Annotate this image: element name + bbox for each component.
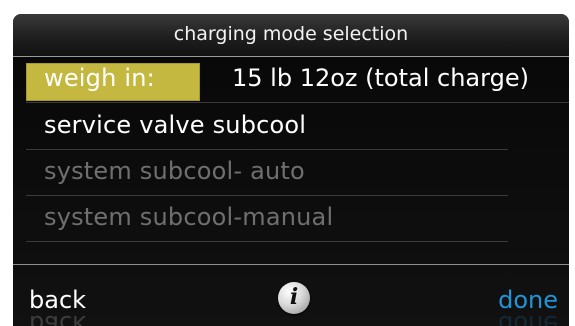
- option-system-subcool-auto-label: system subcool- auto: [44, 157, 305, 185]
- option-service-valve-subcool[interactable]: service valve subcool: [26, 103, 508, 150]
- weigh-in-value[interactable]: 15 lb 12oz (total charge): [232, 64, 529, 92]
- info-glyph: i: [289, 284, 299, 310]
- title-bar: charging mode selection: [13, 14, 569, 57]
- page-title: charging mode selection: [173, 23, 409, 45]
- option-system-subcool-manual: system subcool-manual: [26, 195, 508, 242]
- info-icon[interactable]: i: [278, 282, 310, 314]
- footer-divider: [13, 264, 569, 265]
- thermostat-screen: charging mode selection weigh in: 15 lb …: [13, 14, 569, 326]
- option-weigh-in-label: weigh in:: [44, 64, 155, 92]
- option-system-subcool-auto: system subcool- auto: [26, 149, 508, 196]
- done-button[interactable]: done: [498, 286, 558, 314]
- option-weigh-in[interactable]: weigh in: 15 lb 12oz (total charge): [26, 56, 569, 103]
- back-button[interactable]: back: [29, 286, 86, 314]
- option-system-subcool-manual-label: system subcool-manual: [44, 203, 334, 231]
- thermostat-frame: charging mode selection weigh in: 15 lb …: [0, 0, 575, 326]
- option-service-valve-subcool-label: service valve subcool: [44, 111, 307, 139]
